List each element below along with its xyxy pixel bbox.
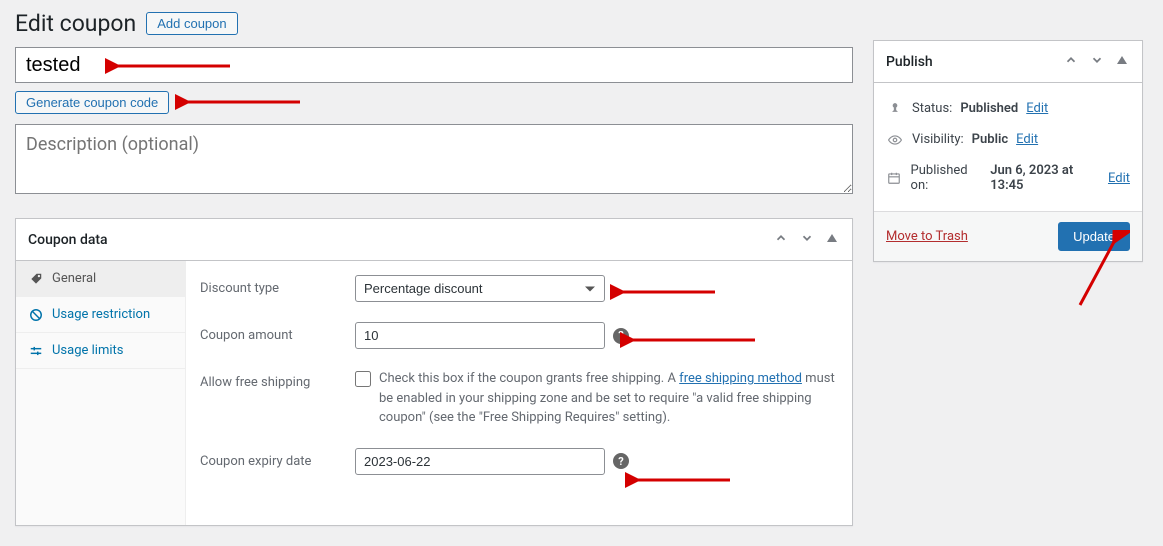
published-value: Jun 6, 2023 at 13:45 xyxy=(990,163,1100,193)
publish-box: Publish S xyxy=(873,40,1143,262)
pin-icon xyxy=(886,102,904,116)
move-down-button[interactable] xyxy=(1088,51,1106,72)
calendar-icon xyxy=(886,171,903,185)
tab-usage-limits-label: Usage limits xyxy=(52,343,123,358)
chevron-up-icon xyxy=(1064,53,1078,67)
status-value: Published xyxy=(960,101,1018,116)
triangle-up-icon xyxy=(826,232,838,244)
update-button[interactable]: Update xyxy=(1058,222,1130,251)
coupon-description-input[interactable] xyxy=(15,124,853,194)
chevron-up-icon xyxy=(774,231,788,245)
generate-coupon-code-button[interactable]: Generate coupon code xyxy=(15,91,169,114)
discount-type-select[interactable]: Percentage discount xyxy=(355,275,605,302)
free-shipping-checkbox[interactable] xyxy=(355,371,371,387)
tab-usage-limits[interactable]: Usage limits xyxy=(16,333,185,369)
toggle-panel-button[interactable] xyxy=(1114,52,1130,71)
coupon-data-box: Coupon data xyxy=(15,218,853,526)
move-down-button[interactable] xyxy=(798,229,816,250)
edit-status-link[interactable]: Edit xyxy=(1026,101,1048,116)
status-label: Status: xyxy=(912,101,952,116)
triangle-up-icon xyxy=(1116,54,1128,66)
chevron-down-icon xyxy=(1090,53,1104,67)
edit-visibility-link[interactable]: Edit xyxy=(1016,132,1038,147)
coupon-data-tabs: General Usage restriction Usage limits xyxy=(16,261,186,525)
coupon-amount-label: Coupon amount xyxy=(200,322,355,343)
coupon-expiry-input[interactable] xyxy=(355,448,605,475)
help-icon[interactable]: ? xyxy=(613,453,629,469)
general-panel: Discount type Percentage discount Coupon… xyxy=(186,261,852,525)
move-up-button[interactable] xyxy=(772,229,790,250)
discount-type-label: Discount type xyxy=(200,275,355,296)
tag-icon xyxy=(28,272,44,286)
help-icon[interactable]: ? xyxy=(613,328,629,344)
sliders-icon xyxy=(28,344,44,358)
free-shipping-method-link[interactable]: free shipping method xyxy=(679,371,802,386)
free-shipping-label: Allow free shipping xyxy=(200,369,355,390)
eye-icon xyxy=(886,133,904,147)
add-coupon-button[interactable]: Add coupon xyxy=(146,12,237,35)
edit-date-link[interactable]: Edit xyxy=(1108,171,1130,186)
publish-title: Publish xyxy=(886,54,933,70)
coupon-data-title: Coupon data xyxy=(28,232,108,248)
move-to-trash-link[interactable]: Move to Trash xyxy=(886,229,968,244)
coupon-amount-input[interactable] xyxy=(355,322,605,349)
ban-icon xyxy=(28,308,44,322)
page-title: Edit coupon xyxy=(15,10,136,37)
coupon-code-input[interactable] xyxy=(15,47,853,83)
published-label: Published on: xyxy=(911,163,983,193)
move-up-button[interactable] xyxy=(1062,51,1080,72)
toggle-panel-button[interactable] xyxy=(824,230,840,249)
chevron-down-icon xyxy=(800,231,814,245)
visibility-label: Visibility: xyxy=(912,132,964,147)
free-shipping-description: Check this box if the coupon grants free… xyxy=(379,369,838,428)
tab-usage-restriction-label: Usage restriction xyxy=(52,307,150,322)
tab-general-label: General xyxy=(52,271,96,286)
tab-general[interactable]: General xyxy=(16,261,185,297)
coupon-expiry-label: Coupon expiry date xyxy=(200,448,355,469)
tab-usage-restriction[interactable]: Usage restriction xyxy=(16,297,185,333)
visibility-value: Public xyxy=(972,132,1008,147)
